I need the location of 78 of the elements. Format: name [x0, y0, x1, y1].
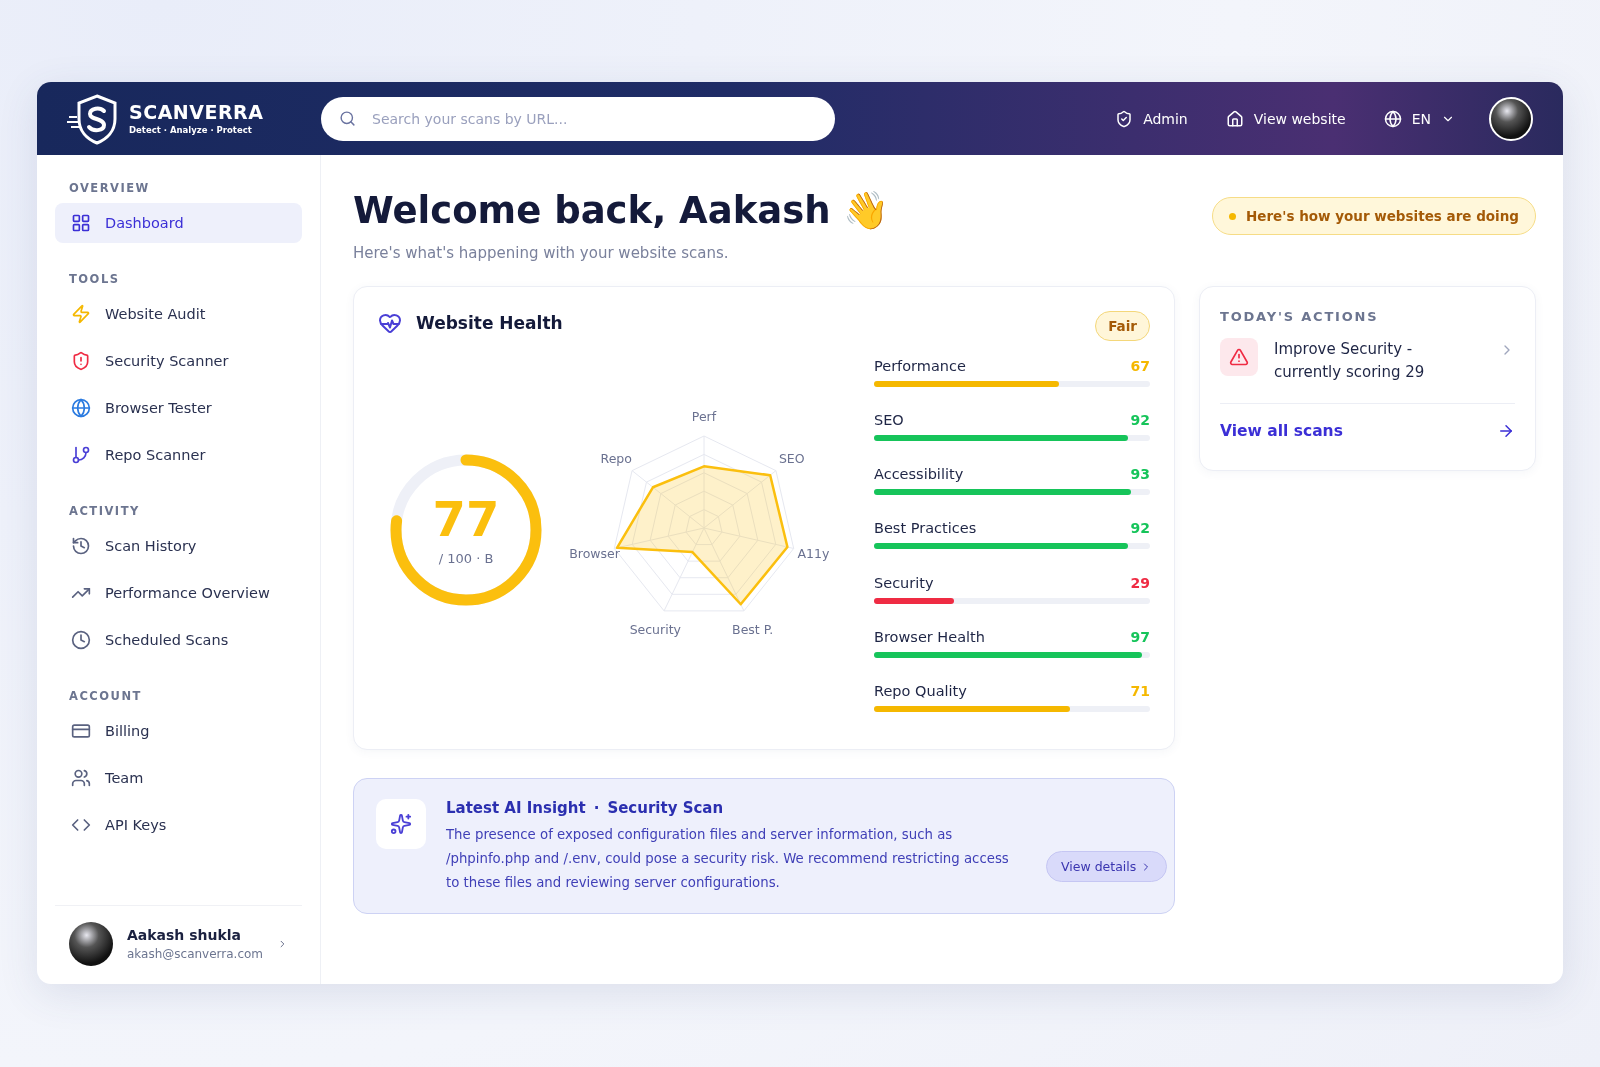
home-icon: [1225, 109, 1244, 128]
title-separator: ·: [593, 799, 600, 817]
users-icon: [71, 768, 91, 788]
radar-axis-label: SEO: [778, 450, 805, 466]
radar-axis-label: A11y: [797, 545, 830, 561]
view-details-button[interactable]: View details: [1046, 851, 1168, 883]
score-caption: / 100 · B: [438, 550, 494, 566]
metric-value: 29: [1130, 574, 1150, 591]
score-value: 77: [432, 494, 500, 543]
card-title: Website Health: [416, 313, 563, 333]
welcome-title: Welcome back, Aakash: [353, 189, 831, 232]
sidebar-item[interactable]: Website Audit: [55, 294, 302, 334]
radar-axis-label: Best P.: [732, 621, 774, 637]
insight-text: The presence of exposed configuration files and server information, such as /phpinfo.php and /.env, could pose a security risk. We recommend restricting access to these files and reviewing server configurations.: [446, 826, 1010, 892]
sidebar-item[interactable]: Scheduled Scans: [55, 620, 302, 660]
metric-name: Repo Quality: [874, 683, 967, 700]
grid-icon: [71, 213, 91, 233]
heart-pulse-icon: [378, 311, 402, 335]
metric-name: SEO: [874, 411, 904, 428]
sparkle-icon: [376, 799, 426, 849]
metric-value: 92: [1130, 411, 1150, 428]
sidebar-item[interactable]: Scan History: [55, 526, 302, 566]
sidebar-section-title: ACCOUNT: [69, 689, 143, 703]
action-item[interactable]: Improve Security - currently scoring 29: [1220, 324, 1515, 404]
metric-value: 93: [1130, 466, 1150, 483]
sidebar-item[interactable]: Security Scanner: [55, 341, 302, 381]
shield-icon: [1115, 109, 1134, 128]
lightning-icon: [71, 304, 91, 324]
sidebar-section-title: ACTIVITY: [69, 504, 141, 518]
metric-value: 67: [1130, 357, 1150, 374]
insight-topic: Security Scan: [607, 799, 724, 817]
user-name: Aakash shukla: [127, 927, 243, 943]
brand-tagline: Detect · Analyze · Protect: [129, 124, 253, 135]
user-avatar[interactable]: [1489, 96, 1533, 141]
metric-value: 71: [1130, 683, 1150, 700]
globe-icon: [71, 398, 91, 418]
insight-title: Latest AI Insight: [446, 799, 586, 817]
branch-icon: [71, 445, 91, 465]
metric-name: Browser Health: [874, 629, 985, 646]
metric-value: 97: [1130, 629, 1150, 646]
header-link[interactable]: View website: [1225, 109, 1346, 128]
sidebar-item[interactable]: Team: [55, 758, 302, 798]
view-all-scans-link[interactable]: View all scans: [1220, 403, 1515, 440]
metric-name: Performance: [874, 357, 966, 374]
search-icon: [339, 110, 356, 127]
user-email: akash@scanverra.com: [127, 947, 264, 961]
history-icon: [71, 536, 91, 556]
radar-axis-label: Security: [629, 621, 681, 637]
metric-name: Accessibility: [874, 466, 964, 483]
metric-name: Best Practices: [874, 520, 977, 537]
sidebar-item[interactable]: API Keys: [55, 805, 302, 845]
radar-axis-label: Perf: [691, 408, 717, 424]
brand-name: SCANVERRA: [129, 102, 264, 122]
header-link[interactable]: Admin: [1115, 109, 1188, 128]
search-bar[interactable]: Search your scans by URL...: [321, 96, 835, 141]
sidebar-item[interactable]: Billing: [55, 711, 302, 751]
clock-icon: [71, 630, 91, 650]
welcome-subtitle: Here's what's happening with your website scans.: [353, 244, 730, 262]
sidebar-item[interactable]: Browser Tester: [55, 388, 302, 428]
rating-badge: Fair: [1095, 311, 1150, 341]
sidebar-item[interactable]: Repo Scanner: [55, 435, 302, 475]
shield-alert-icon: [71, 351, 91, 371]
warning-icon: [1220, 338, 1258, 376]
sidebar-section-title: TOOLS: [69, 272, 121, 286]
status-banner: Here's how your websites are doing: [1212, 197, 1536, 235]
radar-axis-label: Browser: [569, 545, 620, 561]
credit-card-icon: [71, 721, 91, 741]
sidebar-item[interactable]: Dashboard: [55, 203, 302, 243]
globe-icon: [1383, 109, 1402, 128]
waving-hand-emoji: 👋: [842, 189, 889, 232]
sidebar-section-title: OVERVIEW: [69, 181, 151, 195]
section-title: TODAY'S ACTIONS: [1220, 309, 1380, 324]
sidebar-item[interactable]: Performance Overview: [55, 573, 302, 613]
radar-axis-label: Repo: [600, 450, 632, 466]
language-selector[interactable]: EN: [1383, 109, 1455, 128]
user-avatar: [69, 922, 113, 966]
metric-name: Security: [874, 574, 934, 591]
metric-value: 92: [1130, 520, 1150, 537]
